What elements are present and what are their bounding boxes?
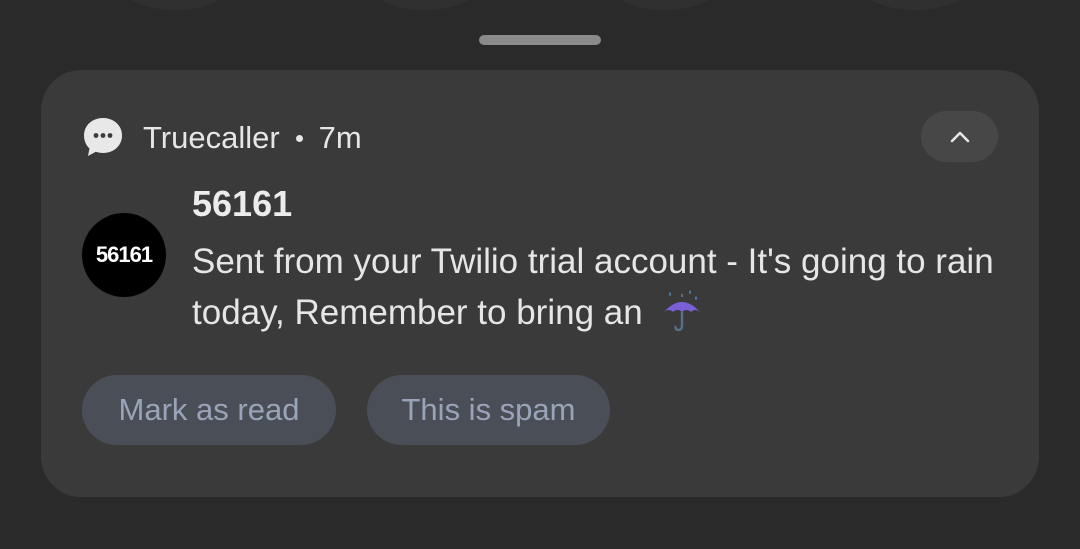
background-blob [610, 0, 720, 10]
sender-avatar: 56161 [82, 213, 166, 297]
collapse-button[interactable] [921, 111, 998, 162]
chevron-up-icon [950, 131, 969, 142]
umbrella-with-rain-icon [664, 289, 701, 331]
message-body: Sent from your Twilio trial account - It… [192, 236, 1002, 338]
app-name: Truecaller [143, 120, 280, 155]
mark-as-read-button[interactable]: Mark as read [82, 375, 336, 445]
background-blob [120, 0, 230, 10]
background-blob [860, 0, 970, 10]
this-is-spam-button[interactable]: This is spam [367, 375, 610, 445]
sender-title: 56161 [192, 183, 293, 224]
notification-header: Truecaller 7m [143, 118, 362, 158]
message-bubble-icon [82, 116, 124, 158]
drag-handle[interactable] [479, 35, 601, 45]
separator-dot [295, 134, 303, 142]
notification-time: 7m [318, 120, 362, 155]
message-text: Sent from your Twilio trial account - It… [192, 242, 994, 332]
background-blob [370, 0, 480, 10]
